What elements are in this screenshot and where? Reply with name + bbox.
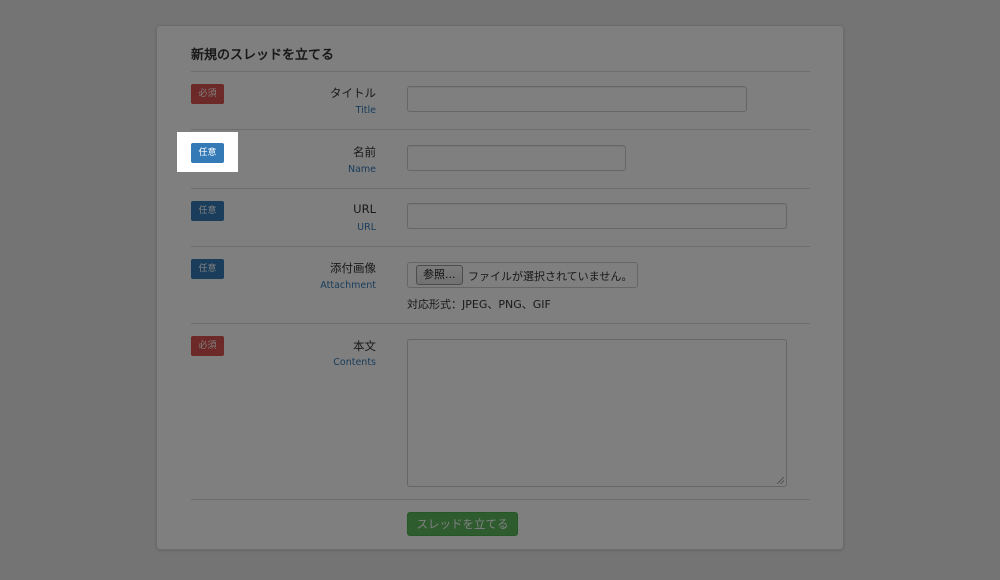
divider xyxy=(191,71,810,72)
divider xyxy=(191,246,810,247)
divider xyxy=(191,129,810,130)
name-sublabel: Name xyxy=(347,164,376,175)
url-input[interactable] xyxy=(407,203,787,229)
url-label: URL xyxy=(353,202,376,216)
supported-formats: 対応形式：JPEG、PNG、GIF xyxy=(407,298,551,311)
optional-badge: 任意 xyxy=(191,143,224,163)
contents-label: 本文 xyxy=(353,339,376,353)
name-label: 名前 xyxy=(353,145,376,159)
create-thread-button[interactable]: スレッドを立てる xyxy=(407,512,518,536)
divider xyxy=(191,188,810,189)
url-sublabel: URL xyxy=(357,222,376,233)
optional-badge: 任意 xyxy=(191,201,224,221)
contents-sublabel: Contents xyxy=(333,357,376,368)
resize-handle-icon[interactable] xyxy=(777,477,784,484)
browse-button[interactable]: 参照... xyxy=(416,265,463,285)
attachment-label: 添付画像 xyxy=(330,261,376,275)
divider xyxy=(191,323,810,324)
required-badge: 必須 xyxy=(191,84,224,104)
title-sublabel: Title xyxy=(355,105,376,116)
file-input[interactable]: 参照... ファイルが選択されていません。 xyxy=(407,262,638,288)
contents-textarea[interactable] xyxy=(407,339,787,487)
optional-badge: 任意 xyxy=(191,259,224,279)
highlight-spotlight: 任意 xyxy=(177,132,238,172)
file-status: ファイルが選択されていません。 xyxy=(468,270,633,283)
title-label: タイトル xyxy=(330,86,376,100)
title-input[interactable] xyxy=(407,86,747,112)
panel-title: 新規のスレッドを立てる xyxy=(191,48,335,63)
attachment-sublabel: Attachment xyxy=(320,280,376,291)
name-input[interactable] xyxy=(407,145,626,171)
divider xyxy=(191,499,810,500)
new-thread-panel: 新規のスレッドを立てる 必須 タイトル Title 名前 Name 任意 URL… xyxy=(156,25,844,550)
required-badge: 必須 xyxy=(191,336,224,356)
